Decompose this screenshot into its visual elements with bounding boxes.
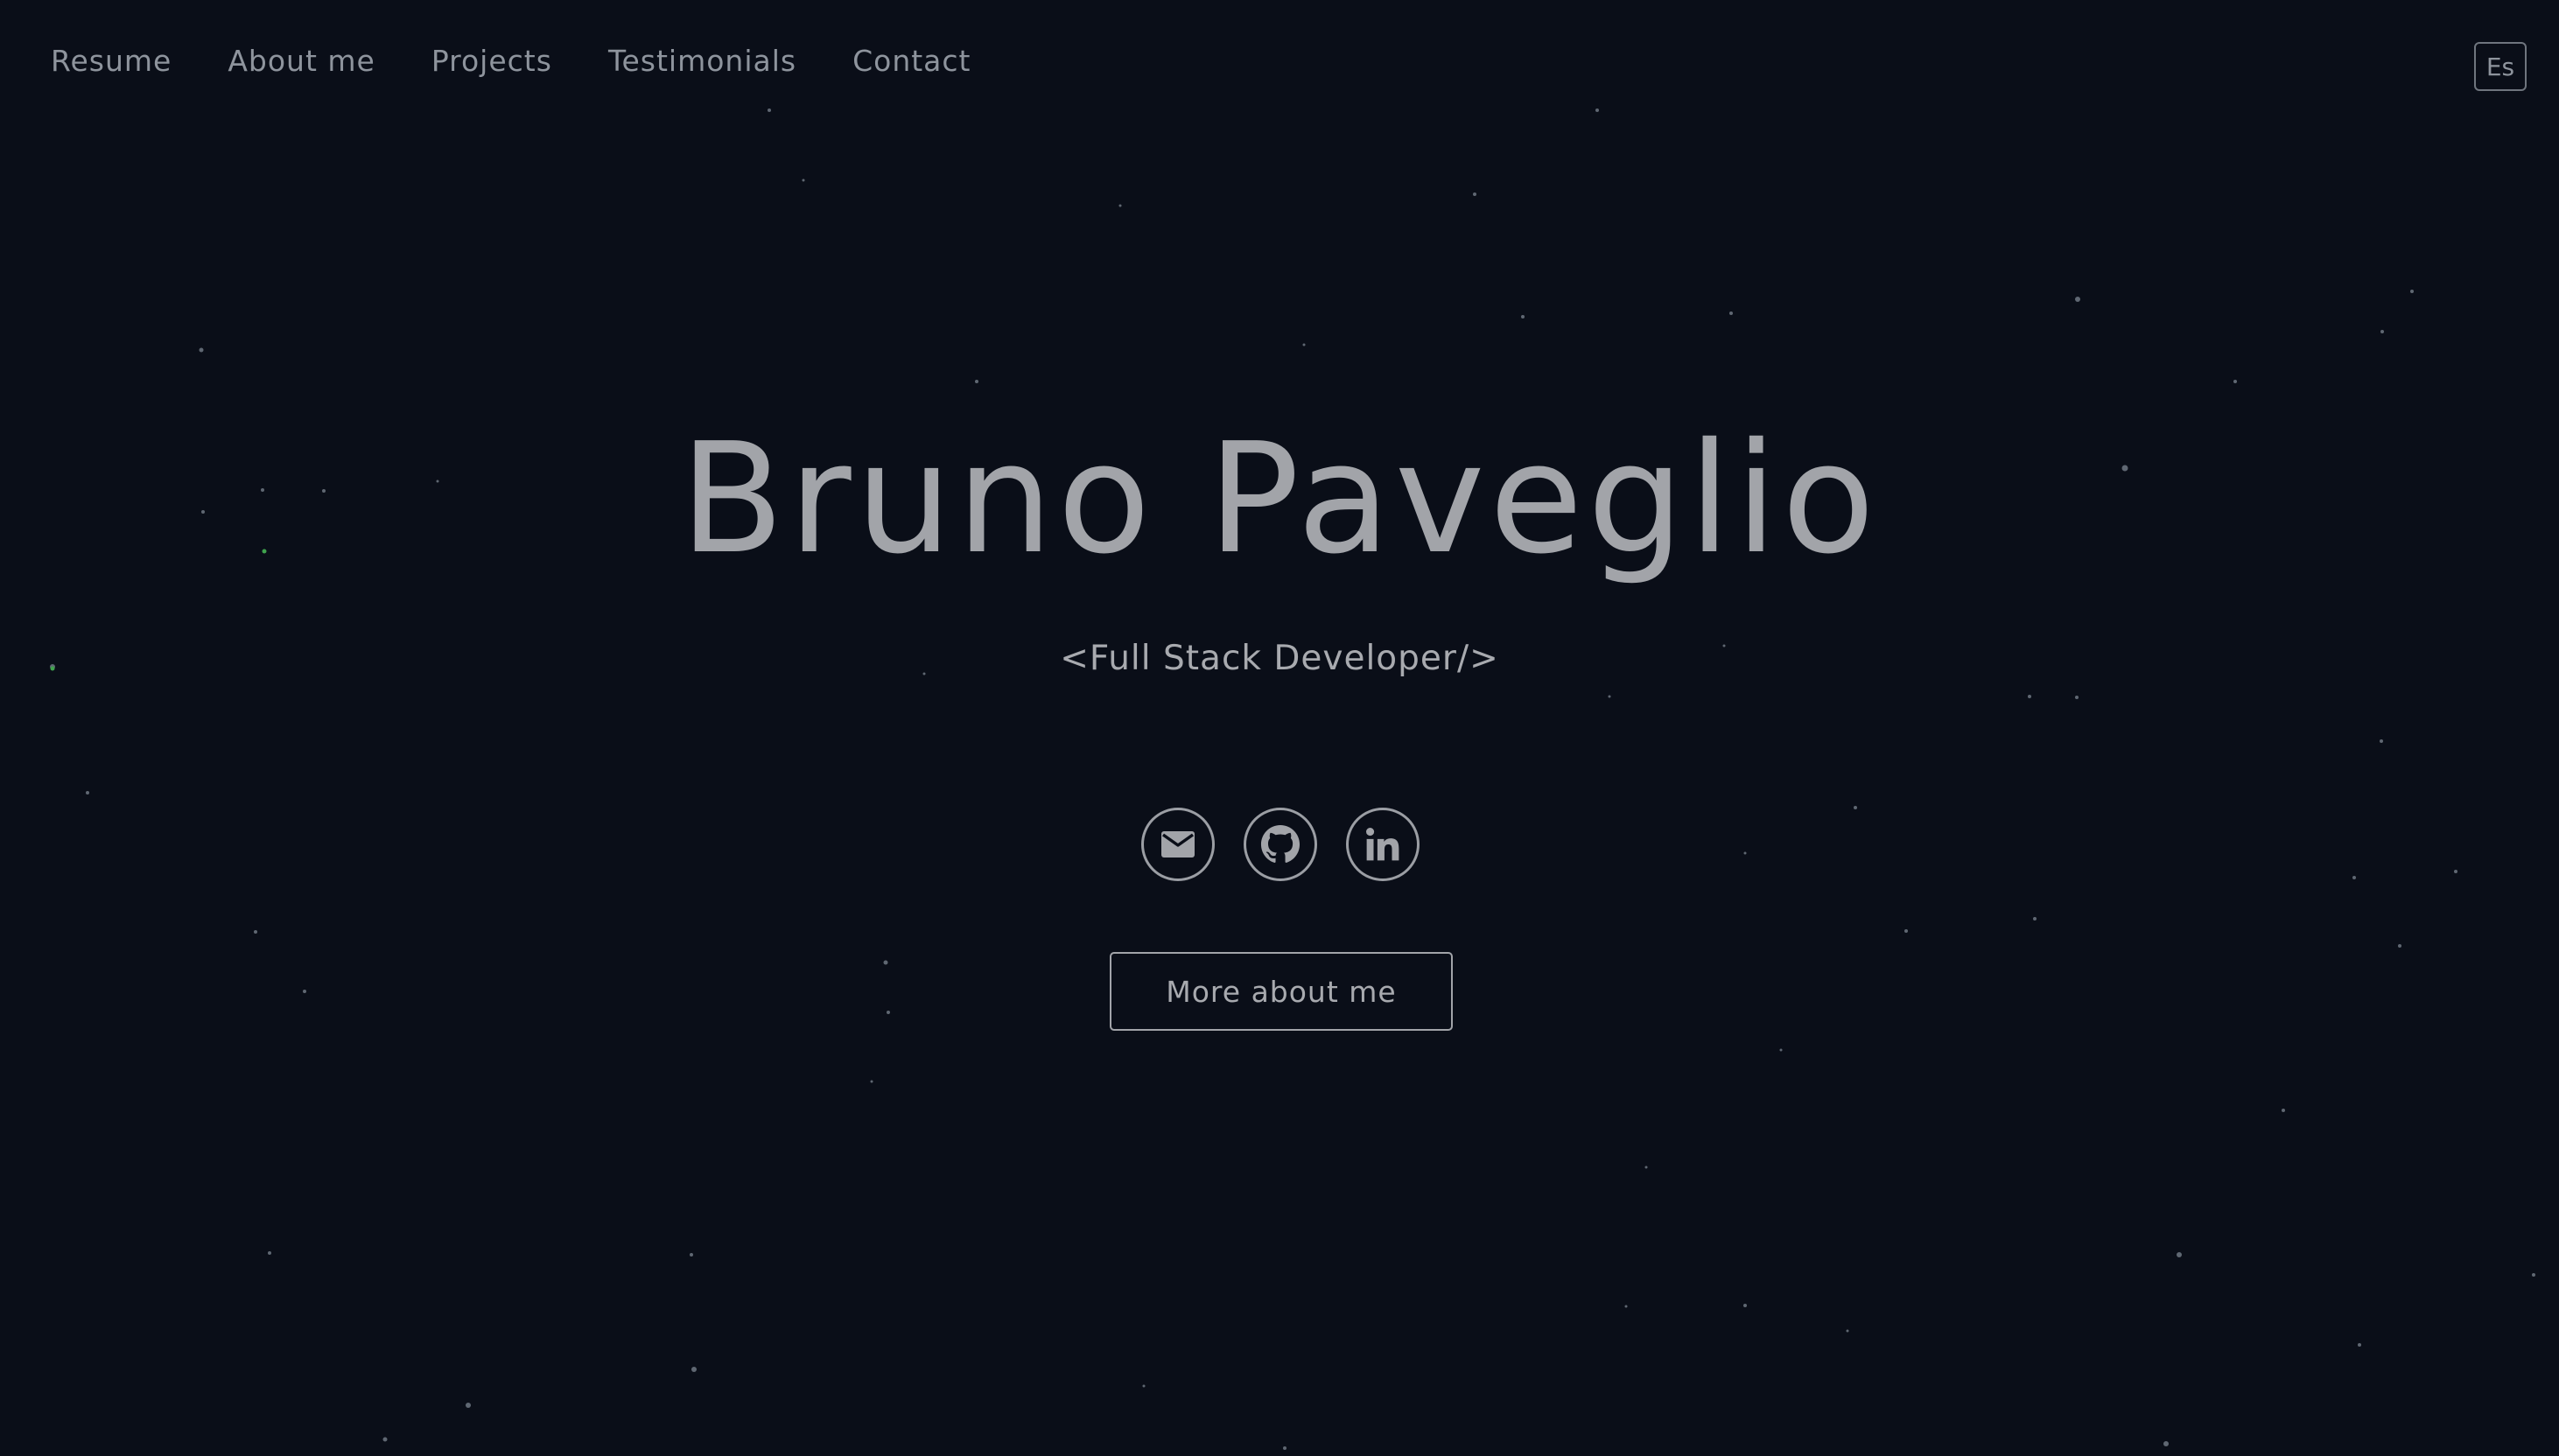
star-dot xyxy=(2454,870,2457,873)
star-dot xyxy=(768,108,771,112)
star-dot xyxy=(1521,315,1525,318)
star-dot xyxy=(2075,297,2080,302)
star-dot xyxy=(691,1367,697,1372)
star-dot xyxy=(2352,876,2356,879)
star-dot xyxy=(883,960,888,965)
star-dot xyxy=(1854,806,1857,809)
language-toggle-button[interactable]: Es xyxy=(2474,42,2527,91)
star-dot xyxy=(887,1011,890,1014)
star-dot xyxy=(1743,1304,1747,1307)
more-about-me-button[interactable]: More about me xyxy=(1110,952,1453,1031)
landing-page: Resume About me Projects Testimonials Co… xyxy=(0,0,2559,1456)
star-dot xyxy=(1729,312,1733,315)
star-dot xyxy=(802,178,805,182)
star-dot xyxy=(1283,1446,1287,1450)
hero-name: Bruno Paveglio xyxy=(679,410,1880,588)
star-dot xyxy=(1779,1048,1783,1052)
star-dot xyxy=(254,930,257,934)
social-links xyxy=(1141,808,1420,881)
star-dot xyxy=(1118,204,1122,207)
nav-link-resume[interactable]: Resume xyxy=(51,44,172,78)
star-dot xyxy=(466,1403,471,1408)
star-dot xyxy=(1142,1384,1146,1388)
star-dot xyxy=(1644,1166,1648,1169)
mail-icon xyxy=(1161,831,1195,858)
starfield-background xyxy=(50,108,2535,1450)
star-dot xyxy=(1608,695,1611,698)
nav-link-testimonials[interactable]: Testimonials xyxy=(608,44,796,78)
star-dot xyxy=(975,380,978,383)
star-dot xyxy=(382,1437,388,1442)
star-dot xyxy=(2282,1109,2285,1112)
star-dot xyxy=(86,791,89,794)
star-dot xyxy=(2033,917,2037,920)
star-dot xyxy=(303,990,306,993)
hero-role: <Full Stack Developer/> xyxy=(1060,639,1499,678)
star-dot xyxy=(2233,380,2237,383)
github-link-button[interactable] xyxy=(1244,808,1317,881)
star-dot xyxy=(2075,696,2079,699)
star-dot xyxy=(1595,108,1599,112)
star-dot xyxy=(2358,1343,2361,1347)
linkedin-link-button[interactable] xyxy=(1346,808,1420,881)
nav-link-contact[interactable]: Contact xyxy=(852,44,971,78)
star-dot xyxy=(1904,929,1908,933)
star-dot xyxy=(2398,944,2401,948)
star-dot xyxy=(199,347,204,353)
github-icon xyxy=(1260,824,1301,863)
linkedin-icon xyxy=(1366,828,1399,861)
nav-link-about-me[interactable]: About me xyxy=(228,44,375,78)
star-dot xyxy=(2410,290,2414,293)
star-dot xyxy=(2532,1273,2535,1277)
star-dot xyxy=(2028,695,2031,698)
nav-link-projects[interactable]: Projects xyxy=(431,44,552,78)
star-dot xyxy=(268,1251,271,1255)
star-dot xyxy=(870,1080,873,1083)
star-dot xyxy=(690,1253,693,1256)
star-dot xyxy=(1743,851,1747,855)
email-link-button[interactable] xyxy=(1141,808,1215,881)
star-dot xyxy=(2163,1441,2169,1446)
star-dot xyxy=(1302,343,1306,346)
star-dot xyxy=(1846,1329,1849,1333)
star-dot xyxy=(2380,739,2383,743)
main-nav: Resume About me Projects Testimonials Co… xyxy=(51,44,971,78)
star-dot xyxy=(1624,1305,1628,1308)
star-dot xyxy=(2177,1252,2182,1257)
star-dot xyxy=(2380,330,2384,333)
star-dot xyxy=(1473,192,1476,196)
